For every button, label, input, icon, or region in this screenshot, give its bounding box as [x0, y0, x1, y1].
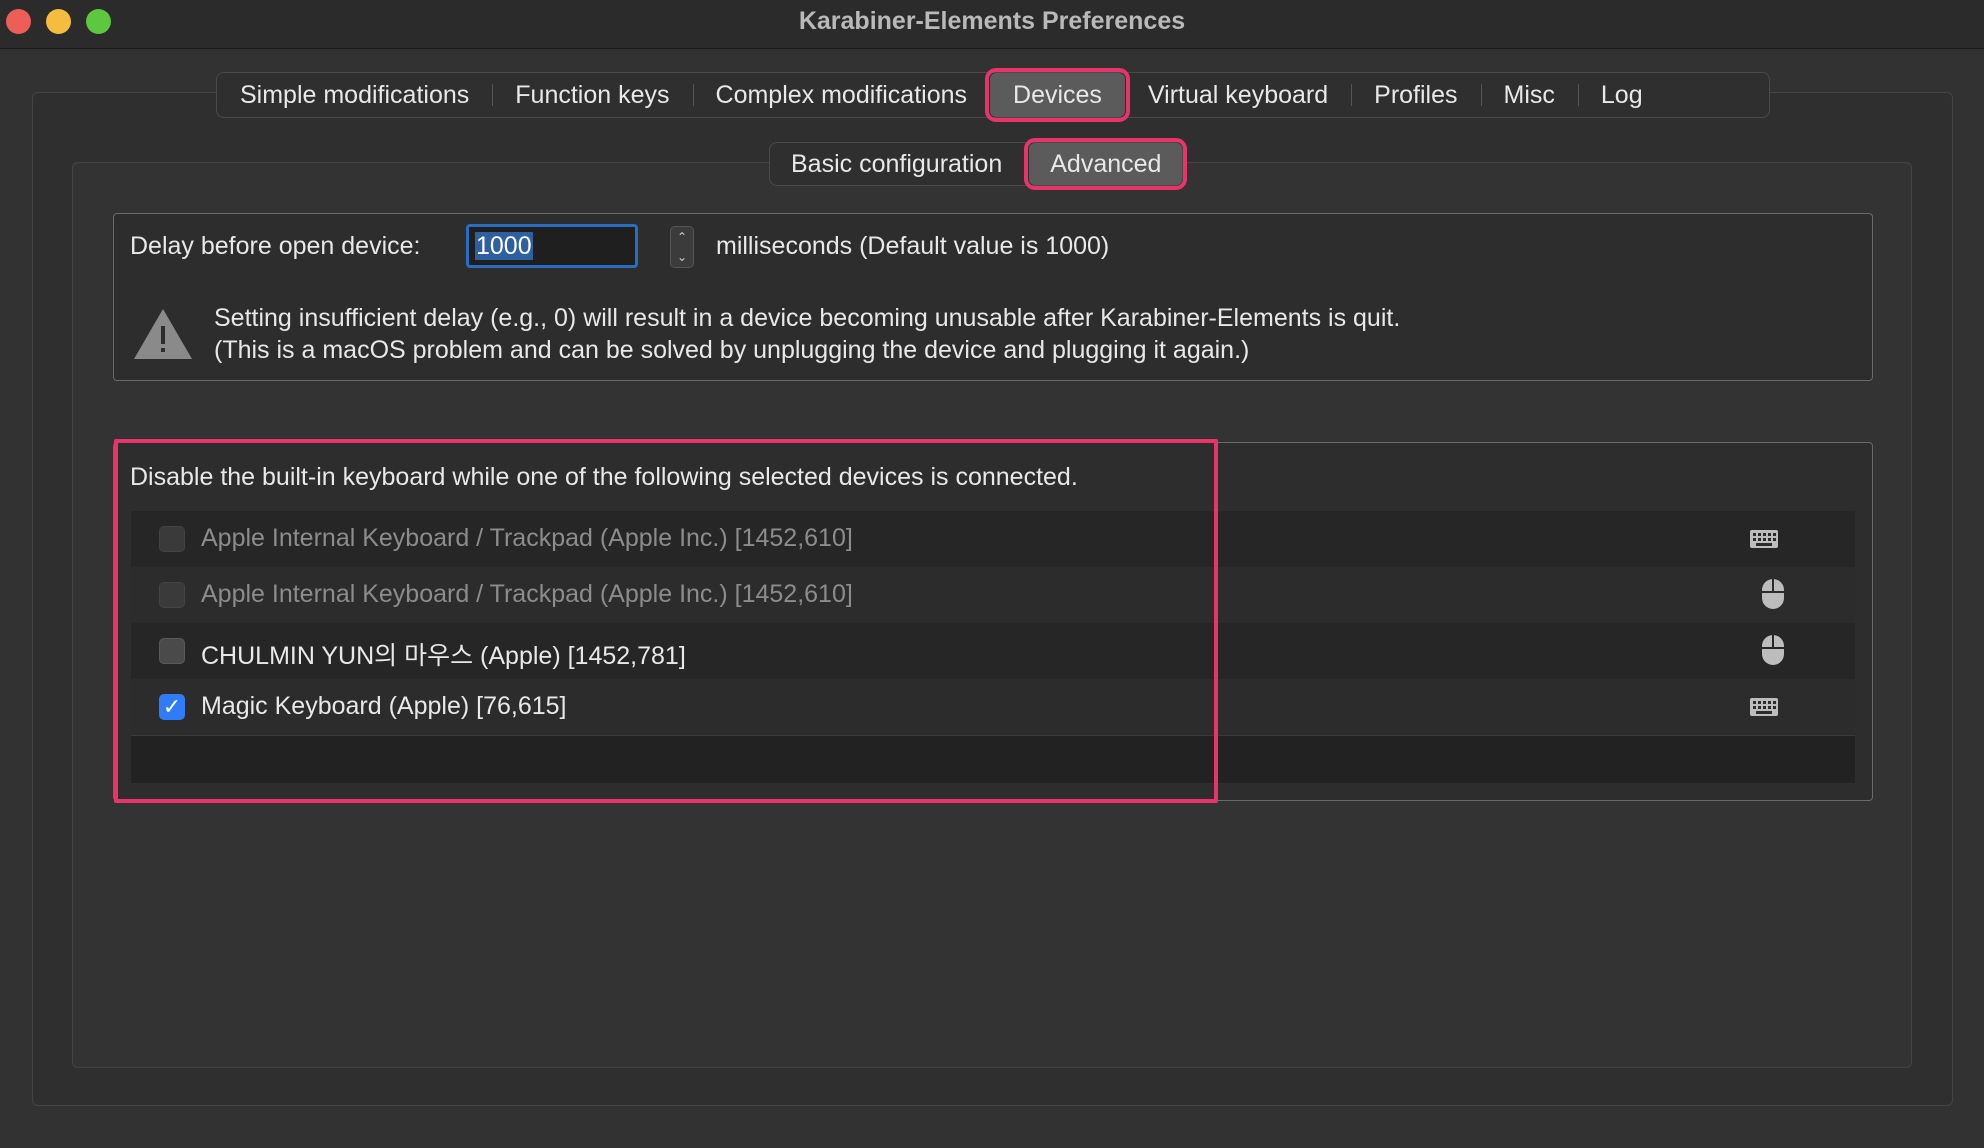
disable-builtin-keyboard-box: Disable the built-in keyboard while one … — [113, 442, 1873, 801]
delay-stepper[interactable]: ⌃ ⌄ — [670, 226, 694, 268]
keyboard-icon — [1750, 530, 1778, 548]
warning-icon — [134, 309, 192, 359]
device-row[interactable]: Apple Internal Keyboard / Trackpad (Appl… — [131, 567, 1855, 624]
main-tab-bar: Simple modifications Function keys Compl… — [216, 68, 1770, 122]
tab-virtual-keyboard[interactable]: Virtual keyboard — [1125, 73, 1351, 117]
mouse-icon — [1762, 579, 1784, 609]
window-title: Karabiner-Elements Preferences — [798, 7, 1186, 35]
devices-section-title: Disable the built-in keyboard while one … — [130, 463, 1078, 491]
chevron-up-icon[interactable]: ⌃ — [671, 227, 693, 247]
device-row[interactable]: ✓ Magic Keyboard (Apple) [76,615] — [131, 679, 1855, 736]
sub-tab-bar: Basic configuration Advanced — [769, 138, 1188, 190]
device-name: Apple Internal Keyboard / Trackpad (Appl… — [201, 580, 853, 608]
subtab-basic-configuration[interactable]: Basic configuration — [770, 143, 1023, 185]
delay-unit-label: milliseconds (Default value is 1000) — [716, 232, 1110, 260]
tab-devices[interactable]: Devices — [985, 68, 1130, 122]
device-row[interactable]: CHULMIN YUN의 마우스 (Apple) [1452,781] — [131, 623, 1855, 680]
title-bar: Karabiner-Elements Preferences — [0, 0, 1984, 49]
tab-simple-modifications[interactable]: Simple modifications — [217, 73, 492, 117]
chevron-down-icon[interactable]: ⌄ — [671, 247, 693, 267]
tab-complex-modifications[interactable]: Complex modifications — [692, 73, 991, 117]
mouse-icon — [1762, 635, 1784, 665]
tab-log[interactable]: Log — [1577, 73, 1666, 117]
device-checkbox[interactable]: ✓ — [159, 694, 185, 720]
delay-label: Delay before open device: — [130, 232, 421, 260]
keyboard-icon — [1750, 698, 1778, 716]
device-checkbox[interactable] — [159, 582, 185, 608]
device-name: CHULMIN YUN의 마우스 (Apple) [1452,781] — [201, 642, 686, 670]
delay-value: 1000 — [475, 232, 533, 260]
tab-function-keys[interactable]: Function keys — [492, 73, 692, 117]
delay-input[interactable]: 1000 — [466, 224, 638, 268]
warning-line-2: (This is a macOS problem and can be solv… — [214, 336, 1250, 364]
device-row[interactable]: Apple Internal Keyboard / Trackpad (Appl… — [131, 511, 1855, 568]
device-checkbox[interactable] — [159, 638, 185, 664]
device-name: Magic Keyboard (Apple) [76,615] — [201, 692, 567, 720]
device-name: Apple Internal Keyboard / Trackpad (Appl… — [201, 524, 853, 552]
warning-text: Setting insufficient delay (e.g., 0) wil… — [214, 302, 1400, 366]
delay-settings-box: Delay before open device: 1000 ⌃ ⌄ milli… — [113, 213, 1873, 381]
tab-misc[interactable]: Misc — [1480, 73, 1578, 117]
tab-profiles[interactable]: Profiles — [1351, 73, 1480, 117]
subtab-advanced[interactable]: Advanced — [1024, 138, 1188, 190]
device-list: Apple Internal Keyboard / Trackpad (Appl… — [131, 511, 1855, 783]
device-checkbox[interactable] — [159, 526, 185, 552]
warning-line-1: Setting insufficient delay (e.g., 0) wil… — [214, 304, 1401, 332]
